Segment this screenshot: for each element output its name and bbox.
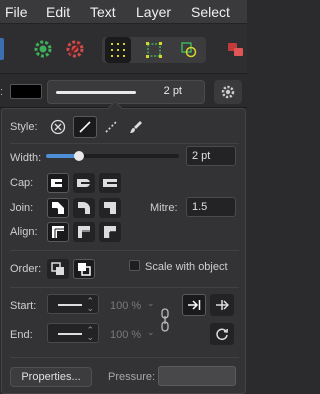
select-nodes-button[interactable]: [105, 37, 131, 63]
cap-butt-button[interactable]: [47, 173, 69, 193]
stroke-panel: Style: Width: 2 pt Cap: Join: Mitre: 1.5…: [1, 100, 246, 394]
bounding-box-icon: [146, 42, 162, 58]
miter-join-icon: [104, 202, 116, 214]
align-inside-button[interactable]: [73, 222, 95, 242]
context-toolbar: : 2 pt: [0, 75, 247, 108]
toolbar: [0, 24, 247, 74]
stroke-front-icon: [78, 263, 91, 276]
chevron-down-icon[interactable]: ⌄: [147, 327, 155, 338]
stroke-style-dropdown[interactable]: 2 pt: [47, 80, 205, 104]
style-brush-button[interactable]: [125, 117, 147, 137]
style-none-button[interactable]: [47, 117, 69, 137]
align-label: Align:: [10, 226, 38, 238]
start-scale-value[interactable]: 100 %: [110, 300, 141, 312]
end-arrowhead-dropdown[interactable]: ⌃ ⌄: [47, 323, 99, 343]
order-front-button[interactable]: [73, 259, 95, 279]
bevel-join-icon: [52, 202, 64, 214]
width-label: Width:: [10, 152, 42, 164]
join-label: Join:: [10, 202, 34, 214]
butt-cap-icon: [51, 179, 65, 187]
refresh-icon: [216, 328, 228, 341]
pressure-curve-preview[interactable]: [158, 366, 236, 386]
stroke-preview-line: [56, 91, 136, 94]
stroke-settings-button[interactable]: [214, 80, 242, 104]
start-label: Start:: [10, 300, 37, 312]
order-label: Order:: [10, 263, 42, 275]
menu-edit[interactable]: Edit: [46, 4, 70, 20]
mitre-field[interactable]: 1.5: [186, 197, 236, 217]
menubar: File Edit Text Layer Select: [0, 0, 247, 24]
menu-text[interactable]: Text: [90, 4, 116, 20]
scale-with-object-checkbox[interactable]: [129, 260, 140, 271]
cap-round-button[interactable]: [73, 173, 95, 193]
cap-label: Cap:: [10, 177, 34, 189]
stepper-icon: ⌄: [86, 332, 94, 342]
align-inside-icon: [78, 226, 90, 238]
width-field[interactable]: 2 pt: [186, 146, 236, 166]
overlap-shapes-icon: [181, 42, 197, 58]
cap-square-button[interactable]: [99, 173, 121, 193]
align-outside-icon: [104, 226, 116, 238]
divider: [10, 287, 239, 288]
align-outside-button[interactable]: [99, 222, 121, 242]
colon-glyph: :: [0, 86, 4, 98]
snapping-green-button[interactable]: [30, 36, 56, 62]
dotted-grid-icon: [111, 43, 125, 57]
join-round-button[interactable]: [73, 198, 95, 218]
toolbar-edge-icon: [0, 38, 4, 60]
end-label: End:: [10, 329, 33, 341]
divider: [10, 357, 239, 358]
arrange-button[interactable]: [222, 36, 248, 62]
green-gear-icon: [34, 40, 52, 58]
divider: [10, 143, 239, 144]
select-objects-button[interactable]: [176, 37, 202, 63]
join-miter-button[interactable]: [99, 198, 121, 218]
chevron-down-icon[interactable]: ⌄: [147, 298, 155, 309]
order-behind-button[interactable]: [47, 259, 69, 279]
brush-icon: [130, 121, 142, 133]
no-stroke-icon: [50, 119, 66, 135]
stroke-color-swatch[interactable]: [10, 84, 42, 99]
style-dashed-button[interactable]: [100, 117, 122, 137]
style-solid-button[interactable]: [73, 116, 97, 138]
swap-arrowheads-button[interactable]: [210, 323, 234, 345]
red-squares-icon: [228, 43, 243, 56]
end-scale-value[interactable]: 100 %: [110, 329, 141, 341]
arrow-past-end-button[interactable]: [210, 294, 234, 316]
divider: [10, 250, 239, 251]
arrow-to-bar-icon: [188, 300, 201, 310]
join-bevel-button[interactable]: [47, 198, 69, 218]
stroke-width-value: 2 pt: [163, 85, 182, 97]
arrow-at-end-button[interactable]: [182, 294, 206, 316]
start-arrowhead-dropdown[interactable]: ⌃ ⌄: [47, 294, 99, 314]
red-gear-icon: [66, 40, 84, 58]
square-cap-icon: [103, 179, 117, 187]
dashed-line-icon: [105, 121, 117, 133]
menu-layer[interactable]: Layer: [136, 4, 171, 20]
solid-line-icon: [79, 121, 91, 133]
link-chain-icon[interactable]: [160, 308, 170, 332]
round-cap-icon: [77, 179, 91, 187]
snapping-red-button[interactable]: [62, 36, 88, 62]
scale-with-object-label: Scale with object: [145, 261, 228, 273]
stroke-behind-icon: [51, 262, 64, 275]
align-center-icon: [52, 226, 64, 238]
style-label: Style:: [10, 121, 38, 133]
arrow-through-bar-icon: [216, 300, 229, 310]
menu-select[interactable]: Select: [191, 4, 230, 20]
select-bounds-button[interactable]: [141, 37, 167, 63]
width-slider-track[interactable]: [46, 151, 179, 161]
pressure-label: Pressure:: [108, 371, 156, 383]
menu-file[interactable]: File: [5, 4, 28, 20]
round-join-icon: [78, 202, 90, 214]
properties-button[interactable]: Properties...: [10, 367, 92, 387]
width-slider-knob[interactable]: [74, 151, 84, 161]
align-center-button[interactable]: [47, 222, 69, 242]
mitre-label: Mitre:: [150, 202, 178, 214]
stepper-icon: ⌄: [86, 303, 94, 313]
gear-icon: [221, 85, 235, 99]
